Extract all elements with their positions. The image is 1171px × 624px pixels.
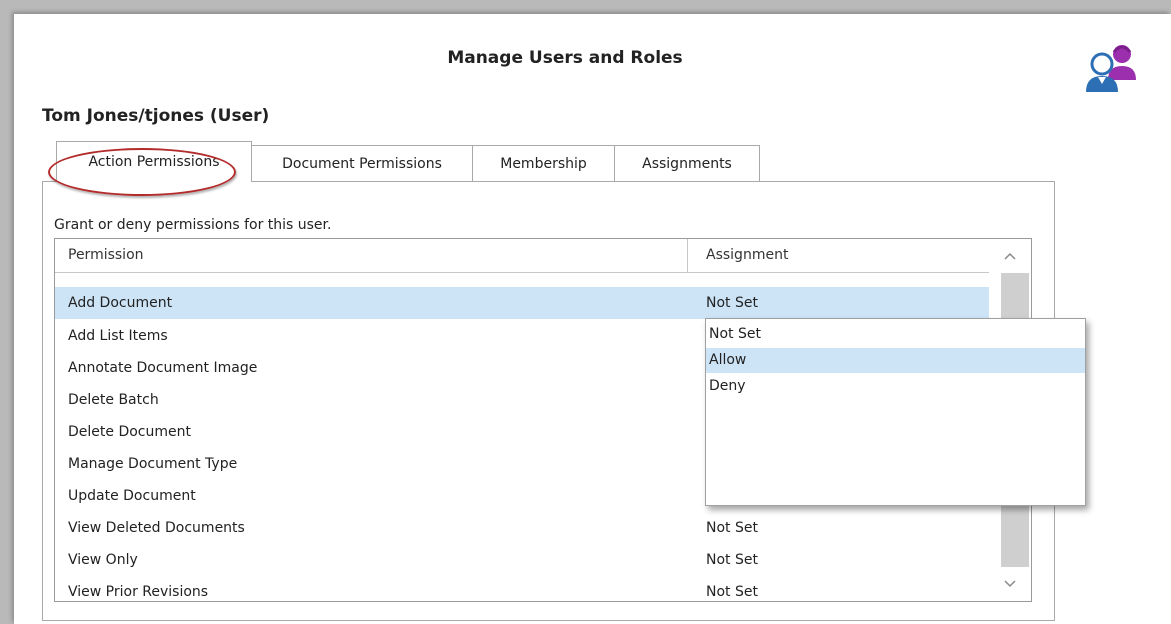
scroll-down-button[interactable] [989, 567, 1031, 601]
panel-hint: Grant or deny permissions for this user. [54, 217, 332, 233]
permission-cell: Manage Document Type [68, 456, 238, 472]
dropdown-option-allow[interactable]: Allow [706, 348, 1085, 373]
page-title: Manage Users and Roles [447, 48, 683, 68]
permission-cell: Add Document [68, 295, 173, 311]
column-header-permission[interactable]: Permission [68, 239, 144, 272]
permission-cell: Delete Document [68, 424, 191, 440]
tab-label: Document Permissions [282, 155, 442, 172]
assignment-cell[interactable]: Not Set [706, 287, 758, 319]
grid-header: Permission Assignment [55, 239, 989, 273]
permission-cell: View Prior Revisions [68, 584, 209, 600]
tab-membership[interactable]: Membership [472, 145, 615, 181]
assignment-cell[interactable]: Not Set [706, 512, 758, 544]
dropdown-option-not-set[interactable]: Not Set [706, 322, 1085, 347]
column-divider[interactable] [687, 239, 688, 272]
dropdown-option-deny[interactable]: Deny [706, 374, 1085, 399]
assignment-dropdown-list: Not Set Allow Deny [705, 318, 1086, 506]
permission-cell: Delete Batch [68, 392, 159, 408]
table-row[interactable]: View Prior Revisions Not Set [55, 576, 989, 601]
assignment-cell[interactable]: Not Set [706, 576, 758, 601]
table-row[interactable]: View Only Not Set [55, 544, 989, 576]
table-row[interactable]: Add Document Not Set [55, 287, 994, 365]
chevron-down-icon [1004, 580, 1016, 588]
column-header-assignment[interactable]: Assignment [706, 239, 788, 272]
permission-cell: View Only [68, 552, 138, 568]
scroll-up-button[interactable] [989, 239, 1031, 273]
table-row[interactable]: View Deleted Documents Not Set [55, 512, 989, 544]
tab-label: Assignments [642, 155, 732, 172]
permission-cell: Update Document [68, 488, 196, 504]
tab-label: Action Permissions [88, 154, 220, 170]
tab-action-permissions[interactable]: Action Permissions [56, 141, 252, 182]
permission-cell: Add List Items [68, 328, 168, 344]
chevron-up-icon [1004, 252, 1016, 260]
users-icon [1086, 45, 1136, 92]
tab-document-permissions[interactable]: Document Permissions [251, 145, 473, 181]
permission-cell: View Deleted Documents [68, 520, 245, 536]
user-heading: Tom Jones/tjones (User) [42, 106, 270, 126]
tab-label: Membership [500, 155, 587, 172]
tab-assignments[interactable]: Assignments [614, 145, 760, 181]
permission-cell: Annotate Document Image [68, 360, 258, 376]
assignment-cell[interactable]: Not Set [706, 544, 758, 576]
